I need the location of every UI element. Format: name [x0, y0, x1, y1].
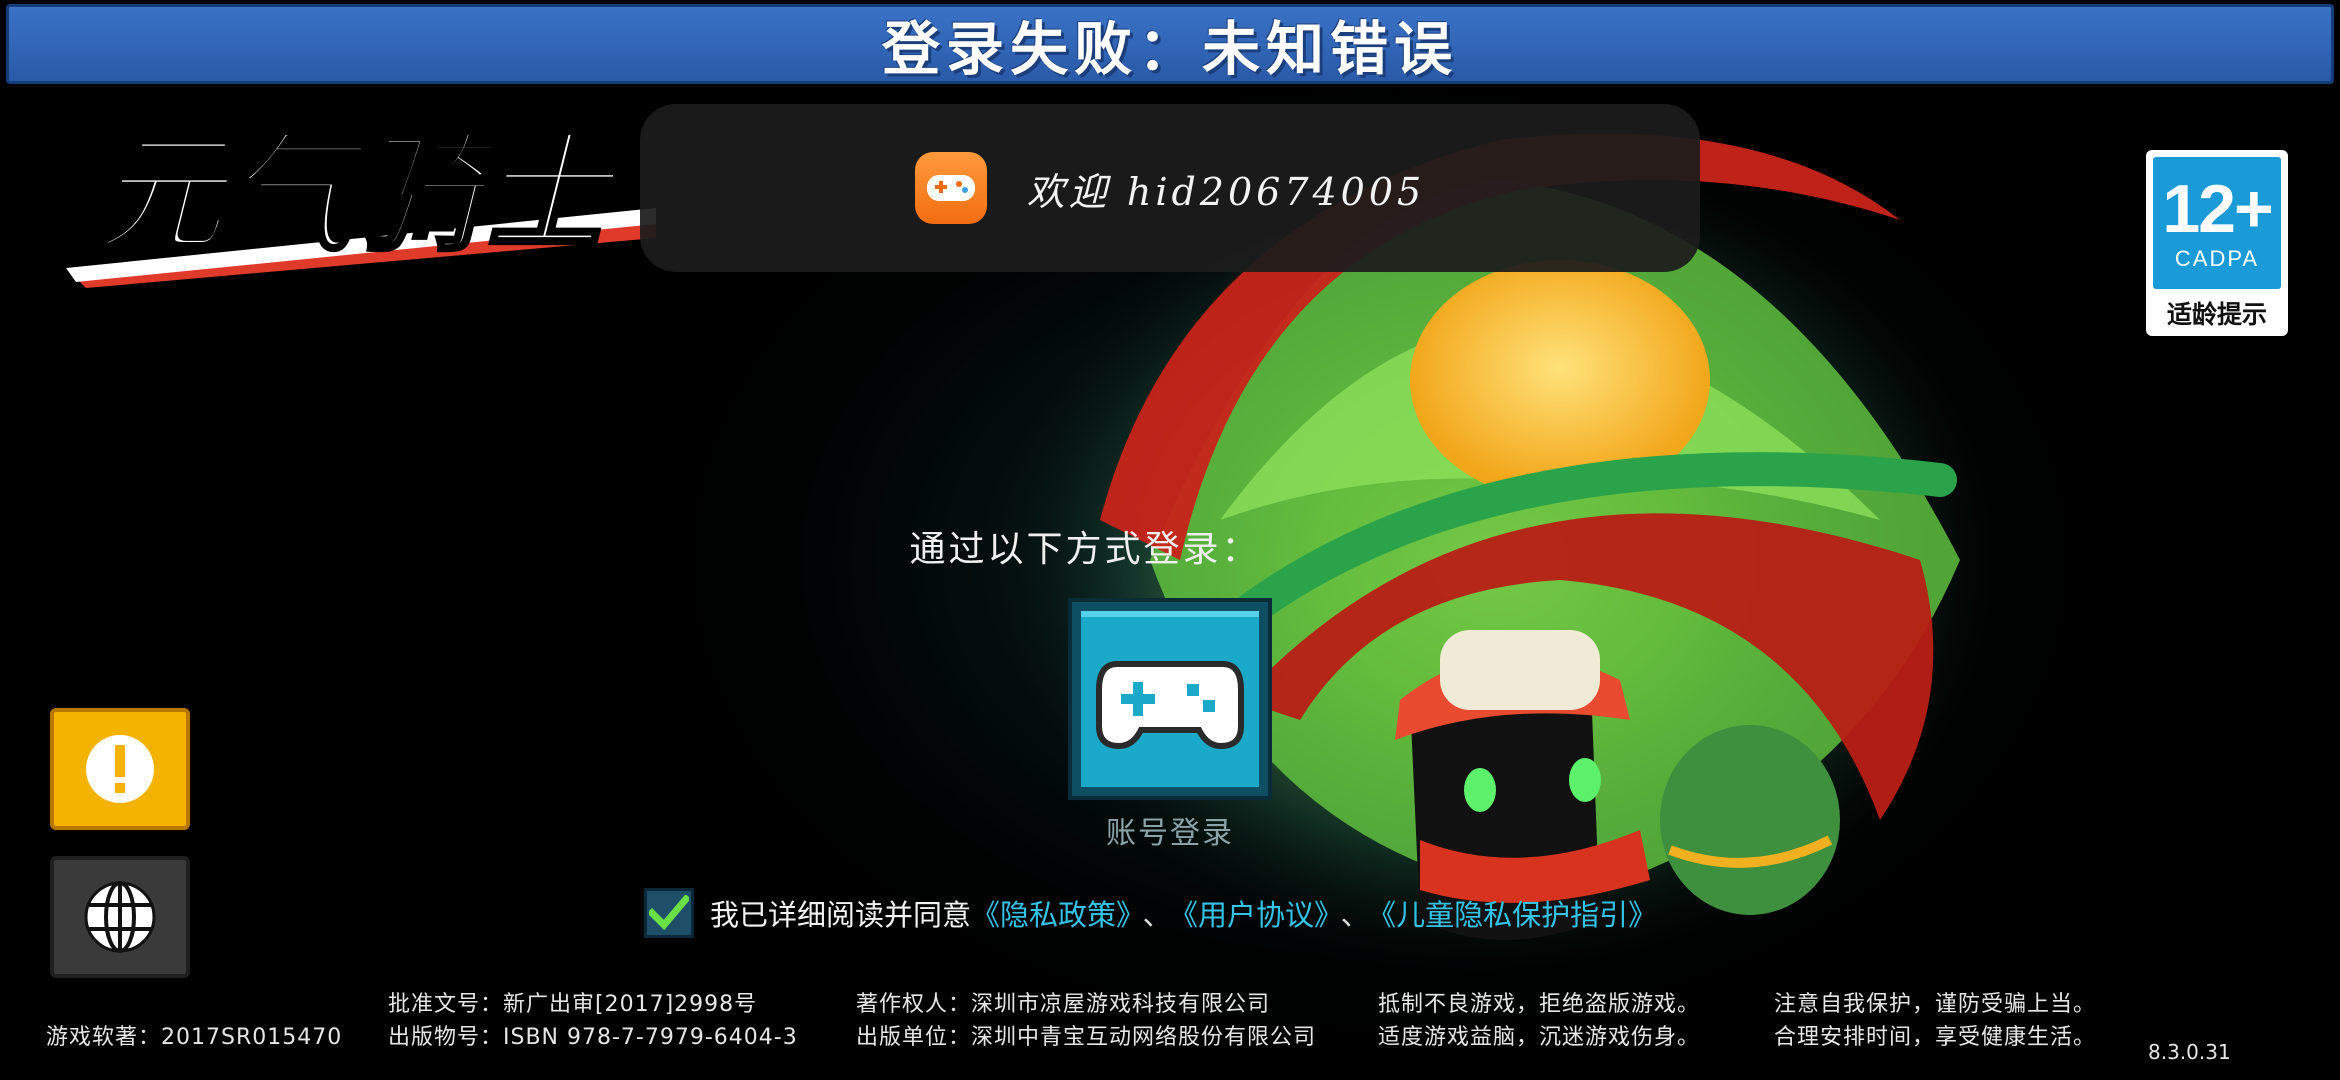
version-number: 8.3.0.31: [2148, 1040, 2231, 1064]
agreement-prefix: 我已详细阅读并同意: [710, 898, 972, 932]
health-notice-2: 适度游戏益脑，沉迷游戏伤身。: [1378, 1025, 1701, 1050]
agreement-separator: 、: [1340, 898, 1370, 932]
language-button[interactable]: [50, 856, 190, 978]
logo-text: 元气骑士: [96, 120, 621, 269]
gamepad-icon: [914, 152, 987, 224]
gamepad-icon: [1096, 661, 1244, 750]
agreement-separator: 、: [1142, 898, 1172, 932]
game-logo: 元气骑士: [66, 118, 656, 288]
exclamation-icon: [86, 735, 154, 803]
notice-button[interactable]: [50, 708, 190, 830]
health-notice-4: 合理安排时间，享受健康生活。: [1774, 1025, 2097, 1050]
check-icon: [649, 895, 689, 931]
welcome-text: 欢迎 hid20674005: [1026, 169, 1426, 214]
welcome-toast: 欢迎 hid20674005: [640, 104, 1700, 272]
publication-number: 出版物号：ISBN 978-7-7979-6404-3: [388, 1025, 798, 1050]
user-agreement-link[interactable]: 《用户协议》: [1184, 898, 1329, 932]
globe-icon: [84, 881, 156, 953]
approval-number: 批准文号：新广出审[2017]2998号: [388, 992, 758, 1017]
copyright-owner: 著作权人：深圳市凉屋游戏科技有限公司: [856, 992, 1271, 1017]
children-privacy-link[interactable]: 《儿童隐私保护指引》: [1382, 898, 1658, 932]
footer: 游戏软著：2017SR015470 批准文号：新广出审[2017]2998号 出…: [0, 988, 2340, 1080]
error-message: 登录失败：未知错误: [881, 15, 1458, 83]
age-rating-org: CADPA: [2174, 246, 2260, 271]
age-rating-label: 适龄提示: [2166, 300, 2267, 329]
software-copyright: 游戏软著：2017SR015470: [46, 1025, 343, 1050]
error-banner: 登录失败：未知错误: [6, 4, 2334, 84]
account-login-button[interactable]: [1068, 598, 1272, 800]
agreement-checkbox[interactable]: [644, 888, 694, 938]
health-notice-3: 注意自我保护，谨防受骗上当。: [1774, 992, 2097, 1017]
publisher: 出版单位：深圳中青宝互动网络股份有限公司: [856, 1025, 1317, 1050]
age-rating-badge[interactable]: 12+ CADPA 适龄提示: [2146, 150, 2288, 336]
account-login-label: 账号登录: [1106, 816, 1234, 851]
login-prompt-text: 通过以下方式登录：: [909, 529, 1261, 570]
age-rating-number: 12+: [2162, 171, 2273, 247]
privacy-policy-link[interactable]: 《隐私政策》: [971, 898, 1131, 932]
login-prompt: 通过以下方式登录：: [0, 520, 2340, 572]
health-notice-1: 抵制不良游戏，拒绝盗版游戏。: [1378, 992, 1701, 1017]
agreement-row: 我已详细阅读并同意《隐私政策》、《用户协议》、《儿童隐私保护指引》: [644, 886, 1657, 940]
